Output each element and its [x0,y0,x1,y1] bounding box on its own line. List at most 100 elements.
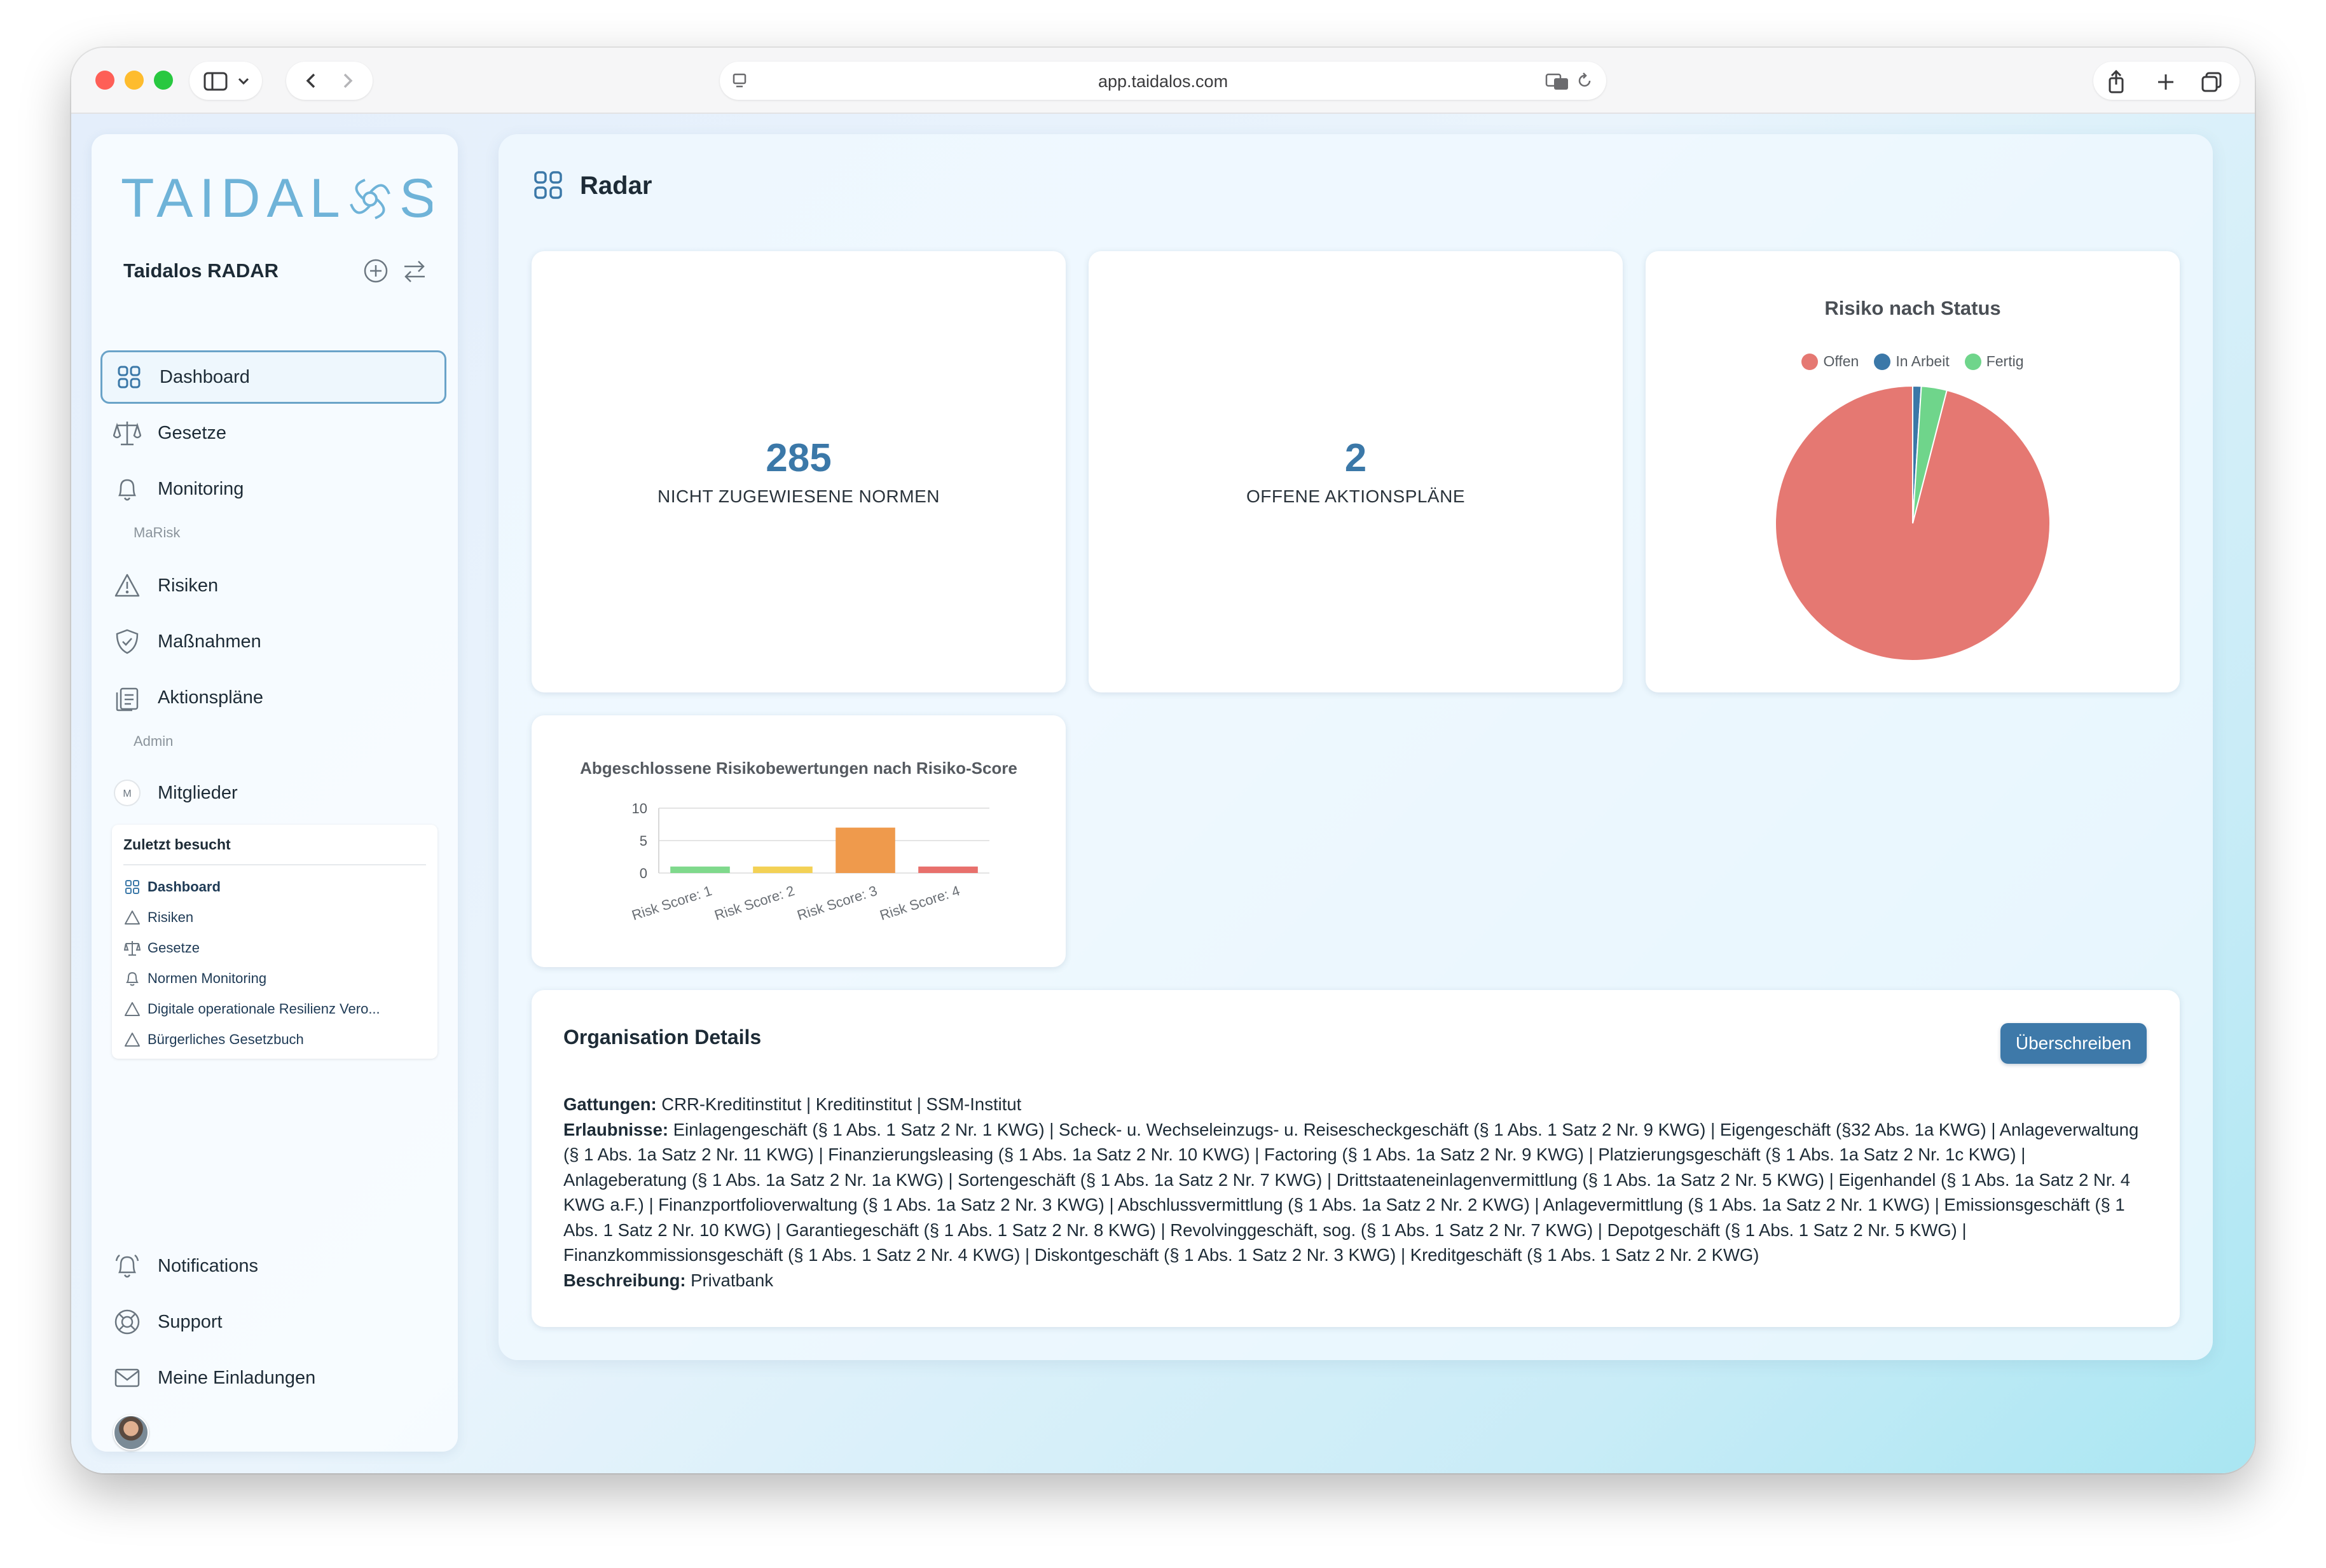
beschreibung-value: Privatbank [691,1270,774,1290]
shield-icon [113,628,141,656]
sidebar-toggle-icon [203,72,249,91]
browser-actions [2093,62,2240,100]
pie-chart-card: Risiko nach Status Offen In Arbeit Ferti… [1646,251,2180,692]
bell-icon [123,970,141,987]
sidebar-toggle-button[interactable] [189,62,262,100]
add-circle-icon[interactable] [362,258,389,284]
stat-label: NICHT ZUGEWIESENE NORMEN [657,486,940,506]
avatar-letter: M [123,788,131,799]
address-bar[interactable]: app.taidalos.com [720,62,1606,100]
browser-titlebar: app.taidalos.com [71,48,2255,114]
section-label-marisk: MaRisk [134,525,181,540]
bell-ring-icon [113,1252,141,1280]
tab-overview-icon[interactable] [2199,69,2224,95]
nav-support[interactable]: Support [100,1295,446,1349]
mail-icon [113,1364,141,1392]
nav-label: Maßnahmen [158,631,261,652]
recent-label: Risiken [148,909,194,925]
recent-item-gesetze[interactable]: Gesetze [123,937,200,959]
forward-icon [343,73,353,88]
pie-chart [1775,385,2051,661]
x-tick-label: Risk Score: 3 [795,883,879,923]
back-icon [306,73,315,88]
nav-massnahmen[interactable]: Maßnahmen [100,615,446,668]
bar-risk-score-1[interactable] [670,866,730,873]
warning-icon [123,909,141,926]
bar-chart: Abgeschlossene Risikobewertungen nach Ri… [580,759,1017,923]
stat-card-open-action-plans[interactable]: 2 OFFENE AKTIONSPLÄNE [1089,251,1623,692]
recent-label: Digitale operationale Resilienz Vero... [148,1001,380,1017]
page-title: Radar [533,170,652,202]
share-icon[interactable] [2103,69,2129,95]
section-label-admin: Admin [134,733,174,749]
recent-label: Bürgerliches Gesetzbuch [148,1031,304,1047]
recent-item-dashboard[interactable]: Dashboard [123,876,221,898]
svg-text:TAIDAL: TAIDAL [121,168,347,229]
x-tick-label: Risk Score: 4 [877,883,961,923]
y-tick-label: 0 [640,865,647,881]
bar-risk-score-3[interactable] [836,827,895,873]
gattungen-value: CRR-Kreditinstitut | Kreditinstitut | SS… [661,1094,1022,1114]
bar-risk-score-2[interactable] [753,866,813,873]
recent-item-dora[interactable]: Digitale operationale Resilienz Vero... [123,998,380,1021]
recent-label: Normen Monitoring [148,970,267,986]
translate-icon[interactable] [1545,71,1571,91]
switch-arrows-icon[interactable] [401,258,429,284]
erlaubnisse-value: Einlagengeschäft (§ 1 Abs. 1 Satz 2 Nr. … [563,1119,2139,1265]
nav-mitglieder[interactable]: M Mitglieder [100,766,446,820]
clipboard-icon [113,684,141,712]
svg-text:S: S [399,168,432,229]
close-window-button[interactable] [95,71,114,90]
reload-icon[interactable] [1574,71,1595,91]
main-content: Radar 285 NICHT ZUGEWIESENE NORMEN 2 OFF… [499,134,2213,1360]
taidalos-logo: TAIDAL S [121,167,436,234]
nav-dashboard[interactable]: Dashboard [100,350,446,404]
user-avatar[interactable] [113,1415,149,1450]
nav-label: Support [158,1311,223,1332]
history-nav-group [286,62,373,100]
recently-visited-panel: Zuletzt besucht Dashboard Risiken Gesetz… [112,825,437,1059]
browser-window: app.taidalos.com TAIDAL S Taidalos RADAR… [71,48,2255,1473]
zoom-window-button[interactable] [154,71,173,90]
org-details-text: Gattungen: CRR-Kreditinstitut | Kreditin… [563,1092,2147,1293]
nav-label: Meine Einladungen [158,1367,316,1388]
new-tab-icon[interactable] [2153,69,2178,95]
nav-notifications[interactable]: Notifications [100,1239,446,1293]
beschreibung-label: Beschreibung: [563,1270,686,1290]
recent-item-normen-monitoring[interactable]: Normen Monitoring [123,967,266,990]
nav-monitoring[interactable]: Monitoring [100,462,446,516]
nav-risiken[interactable]: Risiken [100,559,446,612]
recent-label: Gesetze [148,940,200,956]
grid-icon [115,363,143,391]
logo-graphic: TAIDAL S [121,168,436,229]
nav-gesetze[interactable]: Gesetze [100,406,446,460]
nav-label: Monitoring [158,478,244,499]
x-tick-label: Risk Score: 2 [712,883,796,923]
recent-item-bgb[interactable]: Bürgerliches Gesetzbuch [123,1028,304,1051]
warning-icon [113,572,141,600]
org-switcher: Taidalos RADAR [123,255,429,287]
override-button[interactable]: Überschreiben [2000,1023,2147,1064]
stat-label: OFFENE AKTIONSPLÄNE [1246,486,1466,506]
bell-icon [113,475,141,503]
minimize-window-button[interactable] [125,71,144,90]
sidebar: TAIDAL S Taidalos RADAR Dashboard Gesetz… [92,134,458,1452]
bar-risk-score-4[interactable] [918,866,978,873]
recent-title: Zuletzt besucht [123,836,231,853]
avatar-m-icon: M [113,779,141,807]
bar-chart-card: Abgeschlossene Risikobewertungen nach Ri… [532,715,1066,967]
nav-meine-einladungen[interactable]: Meine Einladungen [100,1351,446,1405]
nav-aktionsplaene[interactable]: Aktionspläne [100,671,446,724]
nav-label: Mitglieder [158,782,238,803]
recent-item-risiken[interactable]: Risiken [123,906,193,929]
y-tick-label: 10 [632,801,647,816]
scale-icon [123,939,141,957]
warning-icon [123,1000,141,1018]
nav-label: Aktionspläne [158,687,264,708]
stat-card-unassigned-norms[interactable]: 285 NICHT ZUGEWIESENE NORMEN [532,251,1066,692]
nav-label: Risiken [158,575,219,596]
nav-label: Notifications [158,1255,258,1276]
recent-label: Dashboard [148,879,221,895]
warning-icon [123,1031,141,1049]
bar-chart-title: Abgeschlossene Risikobewertungen nach Ri… [580,759,1017,778]
